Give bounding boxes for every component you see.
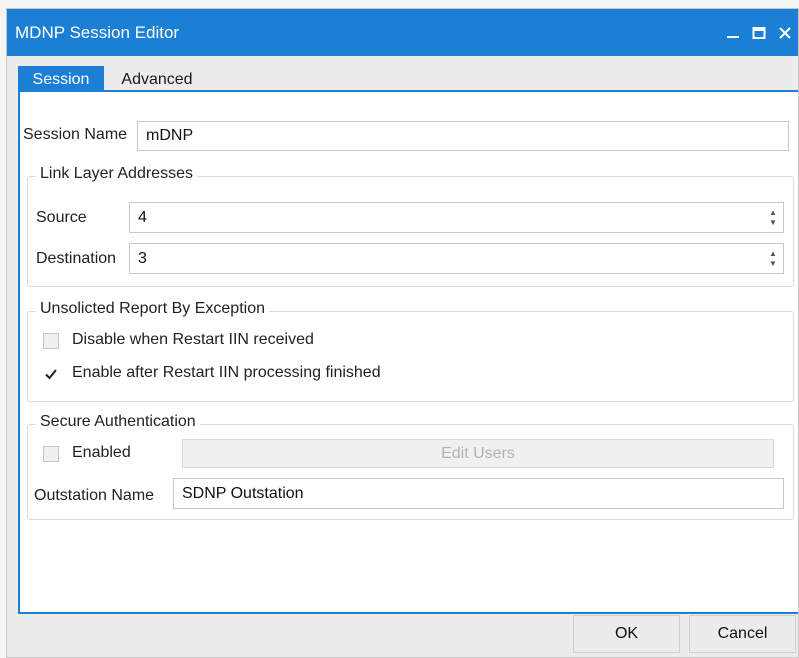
outstation-name-input[interactable]: SDNP Outstation xyxy=(173,478,784,509)
secure-auth-enabled-checkbox[interactable] xyxy=(43,446,59,462)
title-bar[interactable]: MDNP Session Editor xyxy=(7,9,798,56)
session-editor-window: MDNP Session Editor Session Advanced Ses… xyxy=(6,8,799,658)
disable-restart-label[interactable]: Disable when Restart IIN received xyxy=(72,331,314,349)
close-button[interactable] xyxy=(772,18,798,48)
spin-down-icon[interactable]: ▼ xyxy=(769,218,777,228)
window-title: MDNP Session Editor xyxy=(15,22,180,42)
unsolicited-group: Unsolicted Report By Exception Disable w… xyxy=(27,300,794,402)
destination-label: Destination xyxy=(36,250,117,267)
source-label: Source xyxy=(36,209,87,226)
spin-up-icon[interactable]: ▲ xyxy=(769,249,777,259)
tab-advanced[interactable]: Advanced xyxy=(107,66,207,93)
source-spinbox[interactable]: 4 ▲ ▼ xyxy=(129,202,784,233)
tab-session[interactable]: Session xyxy=(18,66,104,93)
minimize-icon xyxy=(727,35,739,38)
link-layer-group: Link Layer Addresses Source 4 ▲ ▼ Destin… xyxy=(27,165,794,287)
minimize-button[interactable] xyxy=(720,18,746,48)
destination-spinbox[interactable]: 3 ▲ ▼ xyxy=(129,243,784,274)
session-name-label: Session Name xyxy=(23,126,128,143)
close-icon xyxy=(779,26,791,39)
source-value: 4 xyxy=(138,208,147,226)
spin-up-icon[interactable]: ▲ xyxy=(769,208,777,218)
ok-button[interactable]: OK xyxy=(573,615,680,653)
destination-value: 3 xyxy=(138,249,147,267)
source-spinner[interactable]: ▲ ▼ xyxy=(767,205,779,231)
enable-restart-checkbox[interactable] xyxy=(43,366,59,382)
enable-restart-label[interactable]: Enable after Restart IIN processing fini… xyxy=(72,364,381,382)
edit-users-button[interactable]: Edit Users xyxy=(182,439,774,468)
cancel-button[interactable]: Cancel xyxy=(689,615,796,653)
maximize-icon xyxy=(752,26,766,39)
spin-down-icon[interactable]: ▼ xyxy=(769,259,777,269)
checkmark-icon xyxy=(45,369,57,380)
destination-spinner[interactable]: ▲ ▼ xyxy=(767,246,779,272)
session-tab-panel: Session Name mDNP Link Layer Addresses S… xyxy=(18,90,798,614)
secure-auth-enabled-label[interactable]: Enabled xyxy=(72,444,131,462)
session-name-input[interactable]: mDNP xyxy=(137,121,789,151)
unsolicited-title: Unsolicted Report By Exception xyxy=(36,300,269,318)
secure-auth-group: Secure Authentication Enabled Edit Users… xyxy=(27,413,794,520)
secure-auth-title: Secure Authentication xyxy=(36,413,200,431)
maximize-button[interactable] xyxy=(746,18,772,48)
outstation-name-label: Outstation Name xyxy=(34,487,155,504)
link-layer-title: Link Layer Addresses xyxy=(36,165,197,183)
disable-restart-checkbox[interactable] xyxy=(43,333,59,349)
